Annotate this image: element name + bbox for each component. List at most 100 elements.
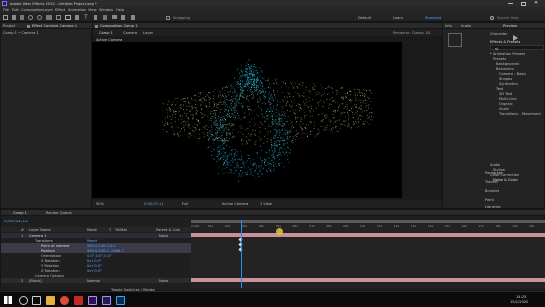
preview-tab[interactable]: Preview <box>503 24 517 28</box>
brushes-tab[interactable]: Brushes <box>485 189 499 193</box>
layer-parent[interactable]: None <box>159 234 168 238</box>
zoom-tool-icon[interactable] <box>28 15 33 20</box>
after-effects-icon[interactable] <box>102 296 111 305</box>
menu-view[interactable]: View <box>88 8 97 12</box>
layer-row[interactable]: 2 [Black] Normal None <box>1 278 191 283</box>
red-app-icon[interactable] <box>74 296 83 305</box>
viewer-timecode[interactable]: 0;00;02;11 <box>144 202 164 206</box>
character-tab[interactable]: Character <box>490 32 508 36</box>
menu-edit[interactable]: Edit <box>12 8 19 12</box>
property-value[interactable]: 960.0,540.0,0.0 <box>87 244 116 248</box>
effect-controls-tab[interactable]: Effect Controls Camera 1 <box>32 24 86 28</box>
menu-layer[interactable]: Layer <box>43 8 53 12</box>
selection-tool-icon[interactable] <box>12 15 16 20</box>
column-mode[interactable]: Mode <box>87 228 97 232</box>
property-value[interactable]: 0x+0.0° <box>87 269 102 273</box>
snapping-checkbox[interactable] <box>166 15 170 20</box>
effects-presets-tab[interactable]: Effects & Presets <box>490 40 520 44</box>
file-explorer-icon[interactable] <box>46 296 55 305</box>
close-icon[interactable]: ✕ <box>534 1 538 5</box>
tree-item[interactable]: Presets <box>493 57 506 61</box>
clone-stamp-tool-icon[interactable] <box>103 15 107 20</box>
column-parent[interactable]: Parent & Link <box>156 228 180 232</box>
align-grid-icon[interactable] <box>448 33 462 47</box>
project-tab[interactable]: Project <box>3 24 15 28</box>
subtab-camera[interactable]: Camera <box>123 31 137 35</box>
composition-lock-icon[interactable] <box>95 24 98 28</box>
workspace-standard[interactable]: Standard <box>425 16 441 20</box>
menu-effect[interactable]: Effect <box>55 8 65 12</box>
layer-name[interactable]: Camera 1 <box>29 234 47 238</box>
clock-date[interactable]: 15/1/2020 <box>510 300 528 304</box>
tree-item[interactable]: Text <box>496 87 503 91</box>
hand-tool-icon[interactable] <box>20 15 24 20</box>
search-icon[interactable] <box>490 16 494 20</box>
subtab-layer[interactable]: Layer <box>143 31 153 35</box>
search-help-input[interactable]: Search Help <box>497 16 519 20</box>
menu-animation[interactable]: Animation <box>68 8 86 12</box>
tree-item[interactable]: Scale <box>499 107 509 111</box>
column-layer-name[interactable]: Layer Name <box>29 228 51 232</box>
view-dropdown[interactable]: Active Camera <box>222 202 248 206</box>
premiere-icon[interactable] <box>88 296 97 305</box>
column-trkmat[interactable]: TrkMat <box>115 228 127 232</box>
pen-tool-icon[interactable] <box>75 15 79 20</box>
tree-item[interactable]: * Animation Presets <box>490 52 525 56</box>
eraser-tool-icon[interactable] <box>112 15 117 19</box>
audio-tab[interactable]: Audio <box>461 24 471 28</box>
workspace-learn[interactable]: Learn <box>393 16 403 20</box>
property-value[interactable]: Reset <box>87 239 97 243</box>
windows-start-icon[interactable] <box>4 296 12 304</box>
tracker-tab[interactable]: Tracker <box>485 180 498 184</box>
menu-file[interactable]: File <box>3 8 9 12</box>
render-queue-tab[interactable]: Render Queue <box>46 211 72 215</box>
photoshop-icon[interactable] <box>116 296 125 305</box>
clock-time[interactable]: 14:25 <box>516 295 526 299</box>
timeline-timecode[interactable]: 0;00;02;11 <box>4 220 28 224</box>
brush-tool-icon[interactable] <box>94 15 97 20</box>
tree-item[interactable]: Multi-Line <box>499 97 517 101</box>
chrome-icon[interactable] <box>60 296 69 305</box>
work-area-bar[interactable] <box>191 220 545 223</box>
property-value[interactable]: 0.0°,0.0°,0.0° <box>87 254 112 258</box>
info-tab[interactable]: Info <box>445 24 452 28</box>
tree-item[interactable]: 3D Text <box>499 92 512 96</box>
workspace-default[interactable]: Default <box>358 16 371 20</box>
timeline-tracks[interactable]: 0:00s 01s 02s 03s 04s 05s 06s 07s 08s 09s 10s 11s 12… <box>191 220 545 288</box>
paragraph-tab[interactable]: Paragraph <box>485 171 503 175</box>
effect-controls-lock-icon[interactable] <box>27 24 30 28</box>
tree-item[interactable]: Audio <box>490 163 500 167</box>
task-view-icon[interactable] <box>32 296 41 305</box>
timeline-comp-tab[interactable]: Comp 1 <box>13 211 27 215</box>
composition-tab[interactable]: Composition Comp 1 <box>100 24 138 28</box>
menu-window[interactable]: Window <box>99 8 113 12</box>
tree-item[interactable]: Organic <box>499 102 513 106</box>
menu-help[interactable]: Help <box>116 8 124 12</box>
minimize-icon[interactable] <box>508 3 513 4</box>
property-value[interactable]: 0x+0.0° <box>87 259 102 263</box>
tree-item[interactable]: Shapes <box>499 77 512 81</box>
pan-behind-tool-icon[interactable] <box>56 15 61 20</box>
views-dropdown[interactable]: 1 View <box>260 202 272 206</box>
tree-item[interactable]: Behaviors <box>496 67 514 71</box>
property-value[interactable]: 0x+0.0° <box>87 264 102 268</box>
layer-mode[interactable]: Normal <box>87 279 100 283</box>
menu-composition[interactable]: Composition <box>21 8 43 12</box>
roto-brush-tool-icon[interactable] <box>121 15 125 20</box>
camera-layer-bar[interactable] <box>191 233 545 237</box>
maximize-icon[interactable] <box>521 1 526 6</box>
playhead[interactable] <box>241 220 242 288</box>
rotate-tool-icon[interactable] <box>37 15 42 20</box>
tree-item[interactable]: Transitions - Movement <box>499 112 541 116</box>
black-layer-bar[interactable] <box>191 278 545 282</box>
zoom-dropdown[interactable]: 50% <box>96 202 104 206</box>
paint-tab[interactable]: Paint <box>485 198 494 202</box>
tree-item[interactable]: Synthetics <box>499 82 518 86</box>
effects-search-field[interactable]: st <box>490 45 544 51</box>
layer-name[interactable]: [Black] <box>29 279 42 283</box>
subtab-comp[interactable]: Comp 1 <box>99 31 113 35</box>
renderer-label[interactable]: Renderer: Classic 3D <box>393 31 430 35</box>
search-taskbar-icon[interactable] <box>19 296 28 305</box>
home-icon[interactable] <box>3 15 8 20</box>
layer-parent[interactable]: None <box>159 279 168 283</box>
